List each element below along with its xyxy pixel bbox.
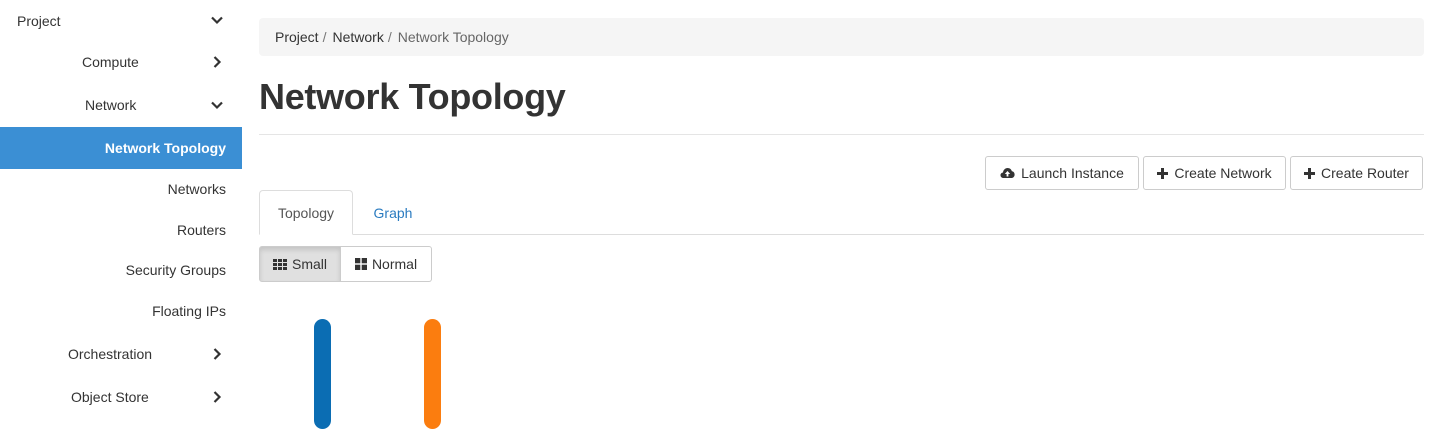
launch-instance-button[interactable]: Launch Instance (985, 156, 1139, 190)
sidebar-item-orchestration[interactable]: Orchestration (0, 333, 242, 375)
small-view-toggle[interactable]: Small (259, 246, 341, 282)
create-router-button[interactable]: Create Router (1290, 156, 1423, 190)
tab-label: Topology (277, 204, 335, 221)
plus-icon (1304, 167, 1316, 179)
chevron-right-icon (213, 348, 222, 360)
breadcrumb-separator: / (322, 29, 327, 45)
tab-label: Graph (373, 204, 413, 221)
sidebar-item-routers[interactable]: Routers (0, 209, 242, 251)
page-title: Network Topology (259, 76, 566, 117)
sidebar-item-label: Networks (167, 181, 226, 197)
breadcrumb-separator: / (387, 29, 392, 45)
tabs-divider (259, 234, 1424, 235)
sidebar-nav: Project Compute Network Network Topology… (0, 0, 242, 417)
breadcrumb: Project / Network / Network Topology (259, 18, 1424, 56)
title-divider (259, 134, 1424, 135)
launch-instance-label: Launch Instance (1021, 165, 1124, 181)
sidebar-item-network-topology[interactable]: Network Topology (0, 127, 242, 169)
breadcrumb-current: Network Topology (397, 29, 509, 45)
sidebar-item-networks[interactable]: Networks (0, 168, 242, 210)
sidebar-item-compute[interactable]: Compute (0, 41, 242, 83)
tab-topology[interactable]: Topology (259, 190, 353, 235)
chevron-right-icon (213, 56, 222, 68)
cloud-upload-icon (1000, 168, 1015, 178)
breadcrumb-link-project[interactable]: Project (275, 29, 319, 45)
sidebar-item-label: Routers (176, 222, 226, 238)
sidebar-item-label: Compute (82, 54, 139, 70)
grid-large-icon (354, 258, 367, 270)
sidebar-item-label: Floating IPs (152, 303, 226, 319)
sidebar-item-project[interactable]: Project (0, 0, 242, 42)
sidebar-item-label: Security Groups (125, 262, 226, 278)
sidebar-item-network[interactable]: Network (0, 84, 242, 126)
sidebar-item-label: Orchestration (68, 346, 153, 362)
create-router-label: Create Router (1321, 165, 1409, 181)
sidebar-item-floating-ips[interactable]: Floating IPs (0, 290, 242, 332)
sidebar-item-label: Object Store (71, 389, 149, 405)
sidebar-item-label: Network (85, 97, 137, 113)
create-network-label: Create Network (1174, 165, 1272, 181)
chevron-down-icon (211, 101, 223, 110)
grid-small-icon (272, 258, 287, 270)
plus-icon (1157, 167, 1169, 179)
sidebar-item-label: Network Topology (104, 140, 226, 156)
tab-graph[interactable]: Graph (359, 190, 427, 235)
sidebar-item-label: Project (17, 13, 61, 29)
chevron-right-icon (213, 391, 222, 403)
chevron-down-icon (211, 16, 223, 25)
normal-view-label: Normal (371, 256, 418, 272)
sidebar-item-security-groups[interactable]: Security Groups (0, 249, 242, 291)
create-network-button[interactable]: Create Network (1143, 156, 1286, 190)
network-bar[interactable] (314, 319, 331, 429)
breadcrumb-link-network[interactable]: Network (332, 29, 383, 45)
main-content: Project / Network / Network Topology Net… (259, 0, 1424, 429)
network-bar[interactable] (424, 319, 441, 429)
small-view-label: Small (291, 256, 327, 272)
sidebar-item-object-store[interactable]: Object Store (0, 376, 242, 418)
normal-view-toggle[interactable]: Normal (341, 246, 432, 282)
